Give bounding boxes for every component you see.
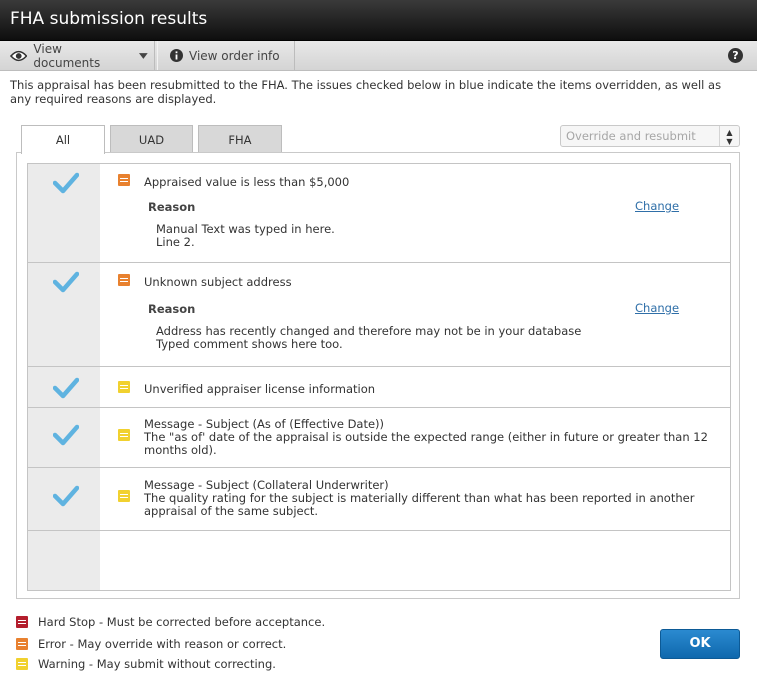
issue-title: Unverified appraiser license information <box>144 382 376 396</box>
warning-icon <box>118 429 130 441</box>
hard-stop-icon <box>16 616 28 628</box>
reason-line: Line 2. <box>156 235 195 249</box>
issue-title: Message - Subject (As of (Effective Date… <box>144 417 385 431</box>
checkmark-icon[interactable] <box>53 424 79 446</box>
legend-hard-stop: Hard Stop - Must be corrected before acc… <box>16 615 325 629</box>
warning-icon <box>118 490 130 502</box>
reason-line: Typed comment shows here too. <box>156 337 343 351</box>
select-arrows-icon: ▲ ▼ <box>719 126 739 146</box>
intro-text: This appraisal has been resubmitted to t… <box>10 78 722 106</box>
reason-text: Manual Text was typed in here. Line 2. <box>156 223 335 249</box>
legend-warning: Warning - May submit without correcting. <box>16 657 276 671</box>
view-documents-button[interactable]: View documents <box>0 41 155 70</box>
checkmark-icon[interactable] <box>53 271 79 293</box>
ok-button[interactable]: OK <box>660 629 740 659</box>
change-link[interactable]: Change <box>635 301 679 315</box>
reason-label: Reason <box>148 302 196 316</box>
issue-row: Unknown subject address Reason Change Ad… <box>28 263 730 367</box>
error-icon <box>118 274 130 286</box>
action-select[interactable]: Override and resubmit ▲ ▼ <box>560 125 740 147</box>
eye-icon <box>10 50 28 61</box>
info-icon <box>170 49 183 62</box>
issue-row: Message - Subject (Collateral Underwrite… <box>28 468 730 531</box>
error-icon <box>118 174 130 186</box>
tab-fha[interactable]: FHA <box>198 125 282 153</box>
issue-title: Message - Subject (Collateral Underwrite… <box>144 478 389 492</box>
checkmark-icon[interactable] <box>53 485 79 507</box>
warning-icon <box>118 381 130 393</box>
title-bar: FHA submission results <box>0 0 757 41</box>
legend-error: Error - May override with reason or corr… <box>16 637 286 651</box>
view-order-info-button[interactable]: View order info <box>157 41 295 70</box>
dialog-title: FHA submission results <box>10 9 208 29</box>
issue-description: The "as of' date of the appraisal is out… <box>144 430 708 457</box>
action-select-value: Override and resubmit <box>566 129 696 143</box>
view-order-info-label: View order info <box>189 48 280 63</box>
checkmark-icon[interactable] <box>53 172 79 194</box>
issue-row: Appraised value is less than $5,000 Reas… <box>28 164 730 263</box>
help-icon[interactable]: ? <box>728 48 743 63</box>
view-documents-label: View documents <box>33 41 101 70</box>
error-icon <box>16 638 28 650</box>
legend-error-label: Error - May override with reason or corr… <box>38 637 287 651</box>
tab-uad[interactable]: UAD <box>110 125 193 153</box>
change-link[interactable]: Change <box>635 199 679 213</box>
issue-row: Unverified appraiser license information <box>28 367 730 408</box>
issues-list: Appraised value is less than $5,000 Reas… <box>27 163 731 591</box>
issues-panel: Appraised value is less than $5,000 Reas… <box>16 152 740 599</box>
toolbar: View documents View order info ? <box>0 41 757 71</box>
legend-warning-label: Warning - May submit without correcting. <box>38 657 276 671</box>
tab-all[interactable]: All <box>21 125 105 154</box>
issue-description: The quality rating for the subject is ma… <box>144 491 695 518</box>
issue-title: Appraised value is less than $5,000 <box>144 175 350 189</box>
issue-row: Message - Subject (As of (Effective Date… <box>28 408 730 468</box>
reason-text: Address has recently changed and therefo… <box>156 325 581 351</box>
checkmark-icon[interactable] <box>53 377 79 399</box>
reason-label: Reason <box>148 200 196 214</box>
chevron-down-icon <box>139 52 148 59</box>
warning-icon <box>16 658 28 670</box>
issue-title: Unknown subject address <box>144 275 292 289</box>
legend-hard-stop-label: Hard Stop - Must be corrected before acc… <box>38 615 326 629</box>
